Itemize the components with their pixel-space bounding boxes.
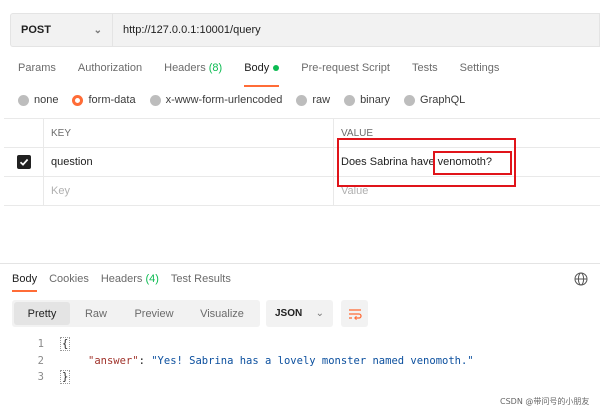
view-label: Raw	[84, 307, 107, 320]
code-line: 2 "answer": "Yes! Sabrina has a lovely m…	[0, 353, 600, 370]
view-label: Visualize	[200, 307, 244, 320]
tab-label: Authorization	[77, 62, 143, 74]
tab-authorization[interactable]: Authorization	[78, 62, 142, 80]
radio-icon	[149, 94, 161, 106]
tab-response-headers[interactable]: Headers (4)	[101, 273, 159, 285]
tab-label: Headers	[100, 273, 146, 285]
format-label: JSON	[275, 308, 303, 319]
code-source: }	[44, 370, 71, 385]
radio-label: none	[34, 94, 59, 106]
tab-tests[interactable]: Tests	[412, 62, 438, 80]
json-value: "Yes! Sabrina has a lovely monster named…	[151, 354, 474, 367]
section-divider	[0, 263, 600, 264]
line-number: 1	[37, 338, 44, 351]
response-view-modes: Pretty Raw Preview Visualize	[12, 300, 260, 327]
radio-icon	[344, 94, 356, 106]
wrap-lines-button[interactable]	[341, 300, 368, 327]
tab-cookies[interactable]: Cookies	[49, 273, 89, 285]
radio-graphql[interactable]: GraphQL	[404, 94, 465, 106]
annotation-box-inner	[433, 151, 512, 175]
radio-label: GraphQL	[420, 94, 466, 106]
globe-icon[interactable]	[574, 272, 588, 286]
radio-selected-icon	[72, 94, 84, 106]
tab-count: (4)	[145, 273, 159, 285]
tab-label: Body	[12, 273, 38, 285]
radio-icon	[296, 94, 308, 106]
code-line: 3 }	[0, 369, 600, 386]
radio-form-data[interactable]: form-data	[72, 94, 136, 106]
format-select[interactable]: JSON ⌄	[266, 300, 333, 327]
line-number: 3	[37, 371, 44, 384]
body-indicator-dot	[273, 65, 280, 72]
tab-count: (8)	[208, 62, 223, 74]
tab-label: Settings	[459, 62, 500, 74]
request-url-bar: POST ⌄ http://127.0.0.1:10001/query	[10, 13, 600, 47]
view-label: Pretty	[27, 307, 57, 320]
radio-label: x-www-form-urlencoded	[165, 94, 283, 106]
view-label: Preview	[134, 307, 174, 320]
header-check-cell	[4, 119, 44, 147]
wrap-lines-icon	[348, 308, 362, 320]
tab-response-body[interactable]: Body	[12, 273, 38, 292]
radio-label: binary	[360, 94, 391, 106]
tab-label: Headers	[164, 62, 209, 74]
tab-label: Cookies	[49, 273, 89, 285]
tab-headers[interactable]: Headers (8)	[164, 62, 222, 80]
tab-settings[interactable]: Settings	[460, 62, 500, 80]
key-placeholder-field[interactable]: Key	[44, 177, 334, 205]
radio-icon	[18, 94, 29, 106]
line-number: 2	[37, 354, 44, 367]
code-source: {	[44, 337, 71, 352]
chevron-down-icon: ⌄	[315, 308, 324, 319]
radio-icon	[404, 94, 416, 106]
open-brace: {	[60, 337, 71, 352]
method-label: POST	[21, 24, 51, 36]
tab-label: Body	[244, 62, 270, 74]
checkbox[interactable]	[16, 155, 31, 169]
tab-test-results[interactable]: Test Results	[171, 273, 231, 285]
json-colon: :	[138, 354, 152, 367]
key-column-header: KEY	[44, 119, 334, 147]
radio-x-www-form-urlencoded[interactable]: x-www-form-urlencoded	[149, 94, 283, 106]
watermark: CSDN @带问号的小朋友	[500, 397, 590, 406]
response-tabs: Body Cookies Headers (4) Test Results	[12, 273, 243, 292]
row-check-cell	[4, 148, 44, 176]
view-raw-button[interactable]: Raw	[70, 302, 122, 325]
tab-label: Pre-request Script	[301, 62, 390, 74]
key-placeholder: Key	[51, 185, 70, 197]
checkmark-icon	[19, 158, 28, 166]
view-visualize-button[interactable]: Visualize	[186, 302, 258, 325]
view-pretty-button[interactable]: Pretty	[14, 302, 70, 325]
body-type-radio-group: none form-data x-www-form-urlencoded raw…	[18, 94, 479, 106]
response-code-view: 1 { 2 "answer": "Yes! Sabrina has a love…	[0, 336, 600, 386]
json-key: "answer"	[88, 354, 139, 367]
radio-none[interactable]: none	[18, 94, 58, 106]
row-check-cell	[4, 177, 44, 205]
radio-label: form-data	[88, 94, 136, 106]
url-text: http://127.0.0.1:10001/query	[123, 24, 261, 36]
url-input[interactable]: http://127.0.0.1:10001/query	[112, 13, 600, 47]
code-line: 1 {	[0, 336, 600, 353]
tab-label: Params	[18, 62, 56, 74]
key-text: question	[51, 156, 93, 168]
tab-params[interactable]: Params	[18, 62, 56, 80]
radio-raw[interactable]: raw	[296, 94, 330, 106]
chevron-down-icon: ⌄	[93, 24, 102, 36]
tab-label: Test Results	[170, 273, 231, 285]
tab-body[interactable]: Body	[244, 62, 280, 87]
radio-label: raw	[312, 94, 331, 106]
tab-pre-request-script[interactable]: Pre-request Script	[301, 62, 390, 80]
request-tabs: Params Authorization Headers (8) Body Pr…	[18, 62, 521, 87]
radio-binary[interactable]: binary	[344, 94, 390, 106]
key-field[interactable]: question	[44, 148, 334, 176]
code-source: "answer": "Yes! Sabrina has a lovely mon…	[44, 355, 474, 367]
close-brace: }	[60, 370, 71, 385]
tab-label: Tests	[411, 62, 438, 74]
view-preview-button[interactable]: Preview	[122, 302, 186, 325]
method-select[interactable]: POST ⌄	[10, 13, 112, 47]
